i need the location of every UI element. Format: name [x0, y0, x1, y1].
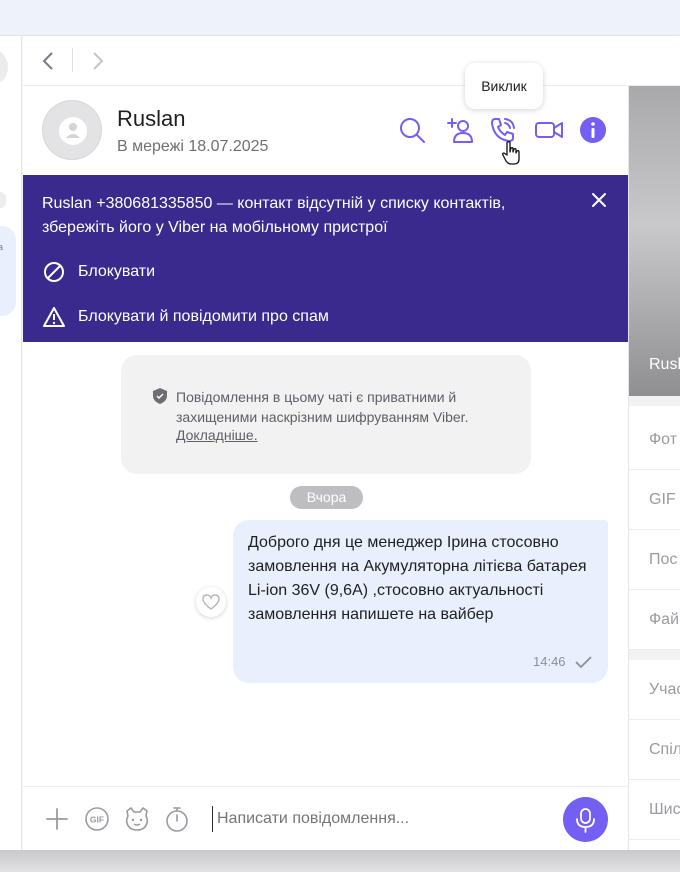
chat-list-selected-item[interactable] — [0, 226, 16, 316]
nav-divider — [72, 48, 73, 72]
panel-item-photos[interactable]: Фот — [629, 410, 680, 470]
contact-info-panel: Rusl Фот GIF Пос Фай Учас Спіл Шис — [628, 86, 680, 850]
window-bottom-edge — [0, 850, 680, 872]
message-input[interactable] — [212, 806, 552, 832]
message-area: Повідомлення в цьому чаті є приватними й… — [23, 342, 628, 786]
svg-text:GIF: GIF — [90, 815, 104, 825]
close-icon[interactable] — [588, 189, 610, 211]
user-placeholder-icon — [59, 117, 87, 145]
hand-cursor-icon — [502, 141, 520, 165]
panel-item-encryption[interactable]: Шис — [629, 780, 680, 840]
like-button[interactable] — [196, 587, 226, 617]
shield-icon — [153, 388, 167, 404]
outgoing-message[interactable]: Доброго дня це менеджер Ірина стосовно з… — [233, 520, 608, 683]
chat-list-avatar — [0, 50, 8, 84]
message-time: 14:46 — [533, 654, 566, 669]
delivered-check-icon — [575, 656, 592, 669]
date-separator: Вчора — [290, 486, 363, 509]
add-participant-icon[interactable] — [442, 114, 474, 146]
contact-status: В мережі 18.07.2025 — [117, 138, 269, 155]
contact-photo-name: Rusl — [649, 356, 680, 373]
info-icon[interactable] — [577, 114, 609, 146]
banner-message: Ruslan +380681335850 — контакт відсутній… — [42, 195, 506, 236]
panel-item-files[interactable]: Фай — [629, 590, 680, 650]
sticker-icon[interactable] — [123, 805, 151, 833]
encryption-notice: Повідомлення в цьому чаті є приватними й… — [121, 355, 531, 474]
gif-icon[interactable]: GIF — [83, 805, 111, 833]
report-spam-button[interactable]: Блокувати й повідомити про спам — [42, 304, 329, 330]
search-icon[interactable] — [396, 114, 428, 146]
heart-icon — [202, 594, 220, 610]
video-call-icon[interactable] — [533, 114, 565, 146]
encryption-text: Повідомлення в цьому чаті є приватними й… — [176, 389, 469, 425]
unknown-contact-banner: Ruslan +380681335850 — контакт відсутній… — [23, 175, 628, 342]
panel-item-participants[interactable]: Учас — [629, 660, 680, 720]
message-text: Доброго дня це менеджер Ірина стосовно з… — [248, 534, 587, 623]
block-button[interactable]: Блокувати — [42, 259, 155, 285]
voice-message-button[interactable] — [563, 797, 608, 842]
timer-icon[interactable] — [163, 805, 191, 833]
contact-name[interactable]: Ruslan — [117, 106, 185, 132]
call-tooltip: Виклик — [465, 63, 543, 109]
warning-icon — [43, 307, 65, 327]
learn-more-link[interactable]: Докладніше. — [176, 427, 258, 443]
contact-photo — [629, 86, 680, 396]
panel-item-gif[interactable]: GIF — [629, 470, 680, 530]
chat-list-snippet: . — [0, 291, 1, 301]
panel-item-links[interactable]: Пос — [629, 530, 680, 590]
message-composer: GIF — [23, 786, 628, 850]
chat-list-badge — [0, 192, 6, 208]
microphone-icon — [576, 808, 595, 833]
forward-arrow-icon[interactable] — [87, 50, 107, 72]
panel-item-common[interactable]: Спіл — [629, 720, 680, 780]
panel-gap — [629, 650, 680, 660]
block-icon — [44, 262, 64, 282]
navigation-bar — [23, 36, 680, 86]
avatar[interactable] — [42, 100, 102, 160]
report-spam-label: Блокувати й повідомити про спам — [78, 308, 329, 325]
block-label: Блокувати — [78, 263, 156, 280]
chat-list-snippet: а — [0, 242, 3, 252]
back-arrow-icon[interactable] — [39, 50, 59, 72]
plus-icon[interactable] — [43, 805, 71, 833]
window-top-strip — [0, 0, 680, 36]
chat-list-pane: а . — [0, 36, 22, 850]
panel-gap — [629, 396, 680, 406]
